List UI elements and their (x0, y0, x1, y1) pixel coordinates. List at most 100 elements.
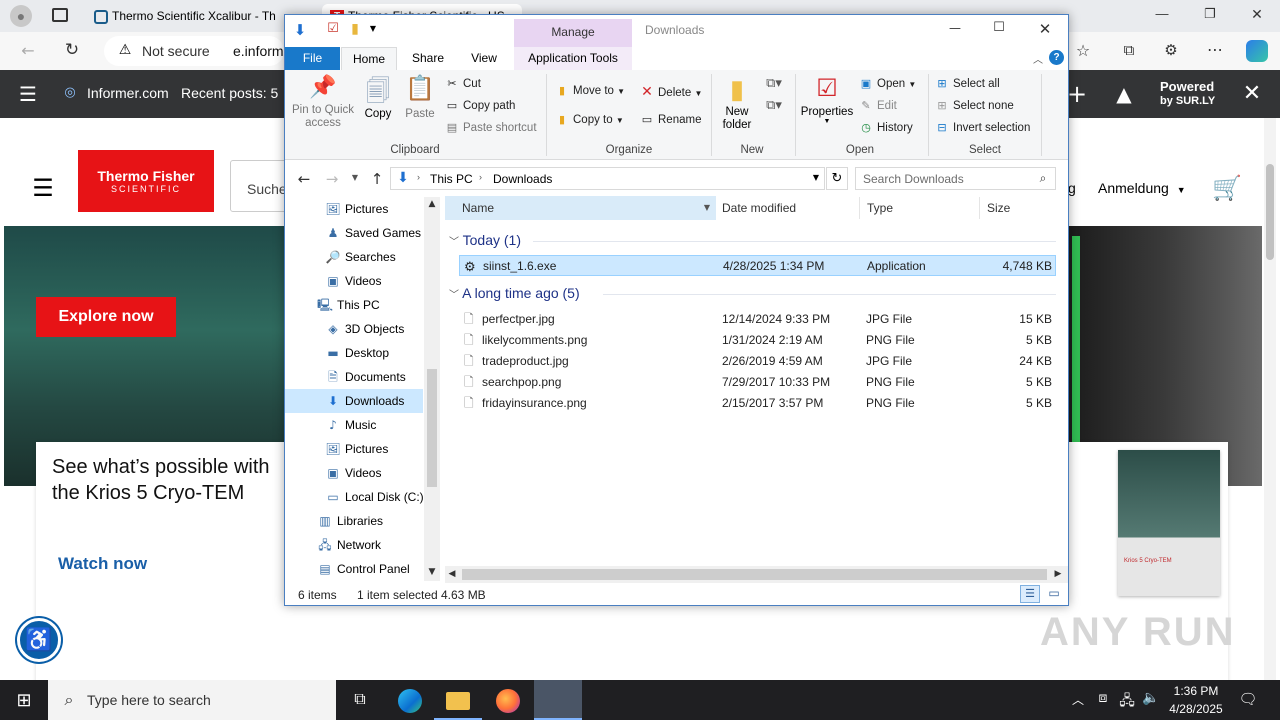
nav-item-this-pc[interactable]: 🖳 This PC (285, 293, 423, 317)
security-label[interactable]: Not secure (142, 43, 210, 59)
page-scrollbar[interactable] (1264, 118, 1276, 680)
accessibility-icon[interactable]: ♿ (17, 618, 61, 662)
nav-scrollbar-thumb[interactable] (427, 369, 437, 487)
new-folder-qat-icon[interactable]: ▮ (347, 21, 363, 37)
notifications-icon[interactable]: 🗨 (1238, 690, 1258, 708)
open-button[interactable]: ▣ Open ▼ (859, 77, 916, 90)
back-arrow-icon[interactable]: ← (18, 41, 38, 60)
file-row[interactable]: 🗋 searchpop.png 7/29/2017 10:33 PM PNG F… (459, 372, 1056, 393)
tray-app-icon[interactable]: ⧈ (1094, 690, 1112, 706)
tray-chevron-up-icon[interactable]: ︿ (1070, 691, 1086, 708)
navigation-pane[interactable]: 🖼 Pictures ♟ Saved Games 🔎 Searches ▣ Videos 🖳 Th… (285, 197, 423, 581)
nav-item-searches[interactable]: 🔎 Searches (285, 245, 423, 269)
group-header-today[interactable]: ﹀ Today (1) (449, 232, 521, 248)
file-row[interactable]: 🗋 perfectper.jpg 12/14/2024 9:33 PM JPG … (459, 309, 1056, 330)
task-view-icon[interactable]: ⧉ (336, 680, 384, 720)
column-dropdown-icon[interactable]: ▼ (702, 203, 712, 212)
copy-path-button[interactable]: ▭ Copy path (445, 99, 516, 112)
nav-item-desktop[interactable]: ▬ Desktop (285, 341, 423, 365)
recent-locations-icon[interactable]: ▼ (349, 173, 361, 182)
more-menu-icon[interactable]: ⋯ (1204, 40, 1226, 59)
file-row[interactable]: 🗋 fridayinsurance.png 2/15/2017 3:57 PM … (459, 393, 1056, 414)
history-button[interactable]: ◷ History (859, 121, 913, 134)
scroll-left-icon[interactable]: ◀ (447, 569, 457, 579)
nav-item-videos[interactable]: ▣ Videos (285, 269, 423, 293)
site-nav-fragment[interactable]: g (1068, 180, 1076, 196)
explorer-close-button[interactable]: ✕ (1031, 20, 1059, 38)
details-view-icon[interactable]: ☰ (1020, 585, 1040, 603)
copilot-icon[interactable] (1246, 40, 1268, 62)
tab-application-tools[interactable]: Application Tools (514, 47, 632, 70)
help-icon[interactable]: ? (1049, 50, 1064, 65)
add-icon[interactable]: + (1066, 80, 1088, 108)
nav-item-videos[interactable]: ▣ Videos (285, 461, 423, 485)
nav-back-icon[interactable]: ← (295, 170, 313, 188)
paste-button[interactable]: 📋 Paste (399, 74, 441, 140)
site-search-input[interactable]: Suche (230, 160, 290, 212)
start-windows-icon[interactable]: ⊞ (0, 680, 48, 720)
nav-item-control-panel[interactable]: ▤ Control Panel (285, 557, 423, 581)
profile-avatar[interactable]: ● (10, 5, 32, 27)
extensions-icon[interactable]: ⚙ (1160, 41, 1182, 59)
file-row-selected[interactable]: ⚙ siinst_1.6.exe 4/28/2025 1:34 PM Appli… (459, 255, 1056, 276)
nav-scrollbar[interactable]: ▲ ▼ (424, 197, 440, 581)
tab-file[interactable]: File (285, 47, 340, 70)
explore-now-button[interactable]: Explore now (36, 297, 176, 337)
taskbar-search-box[interactable]: ⌕ Type here to search (48, 680, 336, 720)
active-window-taskbar-icon[interactable] (534, 680, 582, 720)
nav-item-pictures[interactable]: 🖼 Pictures (285, 437, 423, 461)
pin-quick-access-button[interactable]: 📌 Pin to Quick access (289, 74, 357, 140)
thermofisher-logo[interactable]: Thermo Fisher SCIENTIFIC (78, 150, 214, 212)
properties-button[interactable]: ☑ Properties ▼ (799, 74, 855, 140)
edge-browser-icon[interactable] (386, 680, 434, 720)
nav-item-music[interactable]: ♪ Music (285, 413, 423, 437)
nav-item-3d-objects[interactable]: ◈ 3D Objects (285, 317, 423, 341)
horizontal-scrollbar[interactable]: ◀ ▶ (445, 566, 1068, 583)
invert-selection-button[interactable]: ⊟ Invert selection (935, 121, 1030, 134)
collapse-ribbon-icon[interactable]: ︿ (1031, 51, 1045, 66)
file-explorer-taskbar-icon[interactable] (434, 680, 482, 720)
close-browser-button[interactable]: ✕ (1245, 6, 1269, 23)
close-bar-icon[interactable]: ✕ (1240, 81, 1264, 106)
restore-button[interactable]: ❐ (1198, 6, 1222, 22)
nav-item-network[interactable]: 🖧 Network (285, 533, 423, 557)
file-row[interactable]: 🗋 likelycomments.png 1/31/2024 2:19 AM P… (459, 330, 1056, 351)
select-none-button[interactable]: ⊞ Select none (935, 99, 1013, 112)
nav-item-saved-games[interactable]: ♟ Saved Games (285, 221, 423, 245)
refresh-icon[interactable]: ↻ (826, 167, 848, 190)
new-folder-button[interactable]: ▮ New folder (715, 74, 759, 140)
nav-item-documents[interactable]: 🗎 Documents (285, 365, 423, 389)
clock-time[interactable]: 1:36 PM (1162, 684, 1230, 698)
nav-item-libraries[interactable]: ▥ Libraries (285, 509, 423, 533)
tab-xcalibur[interactable]: Thermo Scientific Xcalibur - Th (86, 4, 286, 32)
favorite-star-icon[interactable]: ☆ (1072, 41, 1094, 60)
column-header-name[interactable]: Name (462, 201, 494, 215)
copy-to-button[interactable]: ▮ Copy to ▼ (555, 113, 624, 126)
site-menu-icon[interactable]: ☰ (30, 174, 56, 202)
tab-view[interactable]: View (461, 47, 507, 70)
tab-home[interactable]: Home (341, 47, 397, 71)
address-box[interactable]: ⬇ › This PC › Downloads ▼ (390, 167, 825, 190)
hamburger-menu-icon[interactable]: ☰ (16, 82, 40, 106)
volume-icon[interactable]: 🔈 (1142, 690, 1160, 706)
nav-item-downloads[interactable]: ⬇ Downloads (285, 389, 423, 413)
url-text[interactable]: e.inform (233, 43, 284, 59)
reload-icon[interactable]: ↻ (62, 40, 82, 60)
paste-shortcut-button[interactable]: ▤ Paste shortcut (445, 121, 537, 134)
nav-up-icon[interactable]: ↑ (369, 170, 385, 188)
new-item-icon[interactable]: ⧉▾ (763, 76, 785, 91)
easy-access-icon[interactable]: ⧉▾ (763, 98, 785, 113)
nav-item-pictures[interactable]: 🖼 Pictures (285, 197, 423, 221)
informer-site-name[interactable]: Informer.com (87, 85, 169, 101)
login-link[interactable]: Anmeldung ▼ (1098, 180, 1186, 196)
scroll-up-icon[interactable]: ▲ (426, 199, 438, 209)
collections-icon[interactable]: ⧉ (1118, 41, 1140, 59)
explorer-maximize-button[interactable]: ☐ (985, 20, 1013, 35)
column-header-date[interactable]: Date modified (722, 201, 796, 215)
clock-date[interactable]: 4/28/2025 (1162, 702, 1230, 716)
nav-forward-icon[interactable]: → (323, 170, 341, 188)
column-header-type[interactable]: Type (867, 201, 893, 215)
breadcrumb-downloads[interactable]: Downloads (493, 172, 552, 186)
horizontal-scrollbar-thumb[interactable] (462, 569, 1047, 580)
properties-qat-icon[interactable]: ☑ (325, 21, 341, 36)
